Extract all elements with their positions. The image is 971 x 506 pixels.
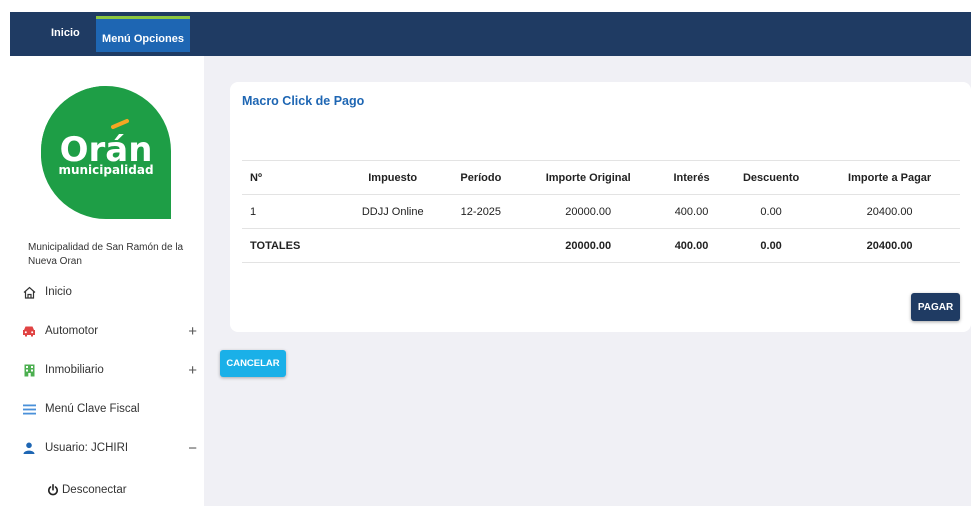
table-cell (340, 228, 446, 263)
table-cell: 20000.00 (516, 194, 661, 229)
total-importe-pagar: 20400.00 (819, 228, 960, 263)
nav-menu-opciones-tab[interactable]: Menú Opciones (96, 16, 190, 52)
sidebar-item-label: Usuario: JCHIRI (45, 442, 129, 454)
cancel-button[interactable]: CANCELAR (220, 350, 286, 377)
col-header: Impuesto (340, 160, 446, 195)
logout-label: Desconectar (62, 484, 127, 496)
col-header: Descuento (722, 160, 820, 195)
col-header: Importe a Pagar (819, 160, 960, 195)
table-cell (445, 228, 517, 263)
municipality-name: Municipalidad de San Ramón de la Nueva O… (28, 242, 184, 267)
sidebar-item-automotor[interactable]: Automotor + (22, 321, 197, 341)
payment-card: Macro Click de Pago Nº Impuesto Período … (230, 82, 971, 332)
card-title: Macro Click de Pago (242, 94, 365, 108)
oran-logo: Orán municipalidad (41, 86, 171, 219)
totals-label: TOTALES (242, 228, 341, 263)
power-icon (47, 484, 59, 496)
car-icon (22, 324, 36, 338)
col-header: Interés (660, 160, 723, 195)
menu-icon (22, 402, 36, 416)
totals-row: TOTALES 20000.00 400.00 0.00 20400.00 (242, 228, 960, 263)
sidebar-item-label: Automotor (45, 325, 99, 337)
sidebar-item-inicio[interactable]: Inicio (22, 282, 197, 302)
col-header: Nº (242, 160, 341, 195)
table-cell: 12-2025 (445, 194, 517, 229)
col-header: Importe Original (516, 160, 661, 195)
table-cell: DDJJ Online (340, 194, 446, 229)
home-icon (22, 285, 36, 299)
collapse-minus-icon[interactable]: − (188, 440, 197, 457)
sidebar-item-label: Inmobiliario (45, 364, 104, 376)
logout-link[interactable]: Desconectar (47, 484, 127, 496)
total-descuento: 0.00 (722, 228, 820, 263)
total-importe-original: 20000.00 (516, 228, 661, 263)
sidebar-item-inmobiliario[interactable]: Inmobiliario + (22, 360, 197, 380)
total-interes: 400.00 (660, 228, 723, 263)
sidebar-item-label: Menú Clave Fiscal (45, 403, 140, 415)
sidebar: Orán municipalidad Municipalidad de San … (10, 56, 204, 506)
col-header: Período (445, 160, 517, 195)
main-content: Macro Click de Pago Nº Impuesto Período … (204, 56, 971, 506)
sidebar-item-usuario[interactable]: Usuario: JCHIRI − (22, 438, 197, 458)
table-row: 1 DDJJ Online 12-2025 20000.00 400.00 0.… (242, 194, 960, 229)
user-icon (22, 441, 36, 455)
top-navbar: Inicio Menú Opciones (10, 12, 971, 56)
nav-inicio-link[interactable]: Inicio (51, 27, 80, 39)
sidebar-item-menu-clave-fiscal[interactable]: Menú Clave Fiscal (22, 399, 197, 419)
logo-sub: municipalidad (58, 163, 153, 177)
sidebar-item-label: Inicio (45, 286, 72, 298)
expand-plus-icon[interactable]: + (188, 362, 197, 379)
table-cell: 400.00 (660, 194, 723, 229)
table-cell: 0.00 (722, 194, 820, 229)
expand-plus-icon[interactable]: + (188, 323, 197, 340)
table-header-row: Nº Impuesto Período Importe Original Int… (242, 160, 960, 195)
payment-table: Nº Impuesto Período Importe Original Int… (242, 160, 960, 263)
building-icon (22, 363, 36, 377)
pay-button[interactable]: PAGAR (911, 293, 960, 321)
table-cell: 20400.00 (819, 194, 960, 229)
table-cell: 1 (242, 194, 341, 229)
